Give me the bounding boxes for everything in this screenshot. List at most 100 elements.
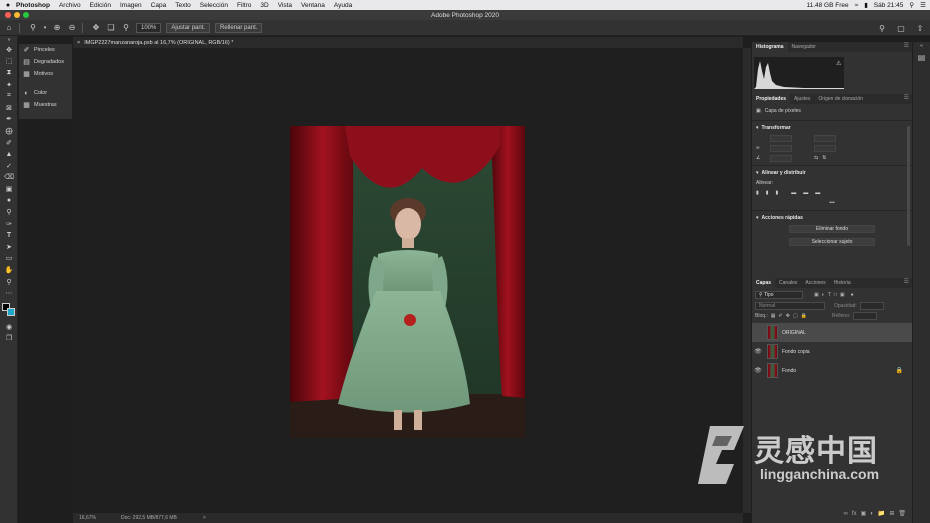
adjustment-layer-icon[interactable]: ◐ [870, 511, 874, 517]
zoom-tool-icon[interactable]: ⚲ [0, 276, 18, 288]
zoom-all-windows-icon[interactable]: ❏ [105, 22, 117, 34]
color-swatches[interactable] [0, 299, 18, 321]
lock-artboard-icon[interactable]: ▢ [793, 313, 798, 319]
rectangle-tool-icon[interactable]: ▭ [0, 253, 18, 265]
panel-patterns[interactable]: ▦ Motivos [19, 68, 72, 80]
collapse-panels-icon[interactable]: « [913, 42, 930, 50]
move-tool-icon[interactable]: ✥ [0, 44, 18, 56]
fill-screen-button[interactable]: Rellenar pant. [215, 22, 263, 33]
eye-icon[interactable]: 👁 [752, 367, 764, 374]
eraser-tool-icon[interactable]: ⌫ [0, 172, 18, 184]
panel-icon[interactable]: ▤ [913, 50, 930, 64]
more-tools-icon[interactable]: ⋯ [0, 287, 18, 299]
marquee-tool-icon[interactable]: ⬚ [0, 56, 18, 68]
dodge-tool-icon[interactable]: ⚲ [0, 206, 18, 218]
flip-vertical-icon[interactable]: ⇅ [822, 155, 826, 161]
panel-gradients[interactable]: ▤ Degradados [19, 56, 72, 68]
lock-transparent-icon[interactable]: ▦ [771, 313, 776, 319]
quick-selection-tool-icon[interactable]: ✦ [0, 79, 18, 91]
align-center-v-icon[interactable]: ▬ [803, 190, 808, 196]
control-center-icon[interactable]: ☰ [920, 1, 926, 9]
zoom-value-field[interactable]: 100% [136, 22, 162, 33]
lock-position-icon[interactable]: ✥ [786, 313, 790, 319]
layer-row-fondo[interactable]: 👁 Fondo 🔒 [752, 361, 912, 380]
menu-edicion[interactable]: Edición [90, 2, 111, 9]
history-brush-tool-icon[interactable]: ✓ [0, 160, 18, 172]
select-subject-button[interactable]: Seleccionar sujeto [789, 238, 875, 246]
align-bottom-icon[interactable]: ▬ [815, 190, 820, 196]
tab-histogram[interactable]: Histograma [752, 42, 788, 52]
fit-screen-button[interactable]: Ajustar pant. [166, 22, 211, 33]
blur-tool-icon[interactable]: ● [0, 195, 18, 207]
healing-brush-tool-icon[interactable]: ⨁ [0, 125, 18, 137]
tab-channels[interactable]: Canales [775, 278, 801, 288]
workspace-icon[interactable]: ▢ [895, 22, 907, 34]
link-layers-icon[interactable]: ∞ [844, 511, 848, 517]
menu-photoshop[interactable]: Photoshop [16, 2, 50, 9]
collapse-tools-icon[interactable]: » [0, 36, 18, 44]
zoom-tool-icon[interactable]: ⚲ [27, 22, 39, 34]
remove-background-button[interactable]: Eliminar fondo [789, 225, 875, 233]
tab-properties[interactable]: Propiedades [752, 94, 791, 104]
panel-menu-icon[interactable]: ☰ [904, 94, 909, 101]
chevron-down-icon[interactable]: ▾ [42, 22, 48, 34]
align-top-icon[interactable]: ▬ [791, 190, 796, 196]
menu-texto[interactable]: Texto [175, 2, 191, 9]
panel-menu-icon[interactable]: ☰ [904, 42, 909, 49]
filter-kind-select[interactable]: ⚲ Tipo [755, 290, 803, 299]
add-mask-icon[interactable]: ▣ [861, 510, 867, 517]
menu-imagen[interactable]: Imagen [120, 2, 142, 9]
warning-icon[interactable]: ⚠ [836, 60, 841, 67]
share-icon[interactable]: ⇧ [914, 22, 926, 34]
filter-toggle-icon[interactable]: ● [851, 292, 854, 298]
clock-text[interactable]: Sáb 21:45 [874, 2, 904, 9]
align-more-button[interactable]: ••• [752, 198, 912, 208]
transform-section[interactable]: ▾ Transformar [752, 123, 912, 133]
path-selection-tool-icon[interactable]: ➤ [0, 241, 18, 253]
flip-horizontal-icon[interactable]: ⇆ [814, 155, 818, 161]
scrubby-zoom-icon[interactable]: ⚲ [120, 22, 132, 34]
menu-seleccion[interactable]: Selección [200, 2, 228, 9]
layer-row-original[interactable]: ORIGINAL [752, 323, 912, 342]
close-document-icon[interactable]: × [77, 40, 80, 46]
status-menu-arrow[interactable]: > [203, 515, 206, 521]
resize-windows-icon[interactable]: ✥ [90, 22, 102, 34]
align-left-icon[interactable]: ▮ [756, 190, 759, 196]
menu-capa[interactable]: Capa [151, 2, 167, 9]
apple-menu-icon[interactable]: ● [0, 2, 16, 9]
new-group-icon[interactable]: 📁 [878, 510, 885, 517]
document-image[interactable] [290, 126, 525, 438]
y-field[interactable] [814, 144, 836, 152]
panel-menu-icon[interactable]: ☰ [904, 278, 909, 285]
pen-tool-icon[interactable]: ✑ [0, 218, 18, 230]
align-section[interactable]: ▾ Alinear y distribuir [752, 168, 912, 178]
lock-pixels-icon[interactable]: ✐ [779, 313, 783, 319]
filter-smart-object-icon[interactable]: ▣ [840, 292, 845, 298]
x-field[interactable] [770, 144, 792, 152]
tab-layers[interactable]: Capas [752, 278, 776, 288]
tab-history[interactable]: Historia [830, 278, 855, 288]
align-right-icon[interactable]: ▮ [776, 190, 779, 196]
lasso-tool-icon[interactable]: ⧗ [0, 67, 18, 79]
menu-archivo[interactable]: Archivo [59, 2, 81, 9]
align-center-h-icon[interactable]: ▮ [766, 190, 769, 196]
crop-tool-icon[interactable]: ⌗ [0, 90, 18, 102]
gradient-tool-icon[interactable]: ▣ [0, 183, 18, 195]
menu-filtro[interactable]: Filtro [237, 2, 251, 9]
brush-tool-icon[interactable]: ✐ [0, 137, 18, 149]
tab-navigator[interactable]: Navegador [788, 42, 820, 52]
panel-color[interactable]: ◐ Color [19, 87, 72, 99]
panel-swatches[interactable]: ▦ Muestras [19, 99, 72, 111]
zoom-out-icon[interactable]: ⊖ [66, 22, 78, 34]
eye-icon[interactable]: 👁 [752, 348, 764, 355]
hand-tool-icon[interactable]: ✋ [0, 264, 18, 276]
opacity-field[interactable] [859, 302, 884, 310]
type-tool-icon[interactable]: T [0, 230, 18, 242]
link-icon[interactable]: ∞ [756, 145, 766, 151]
panel-brushes[interactable]: ✐ Pinceles [19, 44, 72, 56]
width-field[interactable] [770, 134, 792, 142]
wifi-icon[interactable]: ≈ [855, 2, 859, 9]
tab-adjustments[interactable]: Ajustes [790, 94, 814, 104]
height-field[interactable] [814, 134, 836, 142]
new-layer-icon[interactable]: ⊞ [889, 510, 894, 517]
